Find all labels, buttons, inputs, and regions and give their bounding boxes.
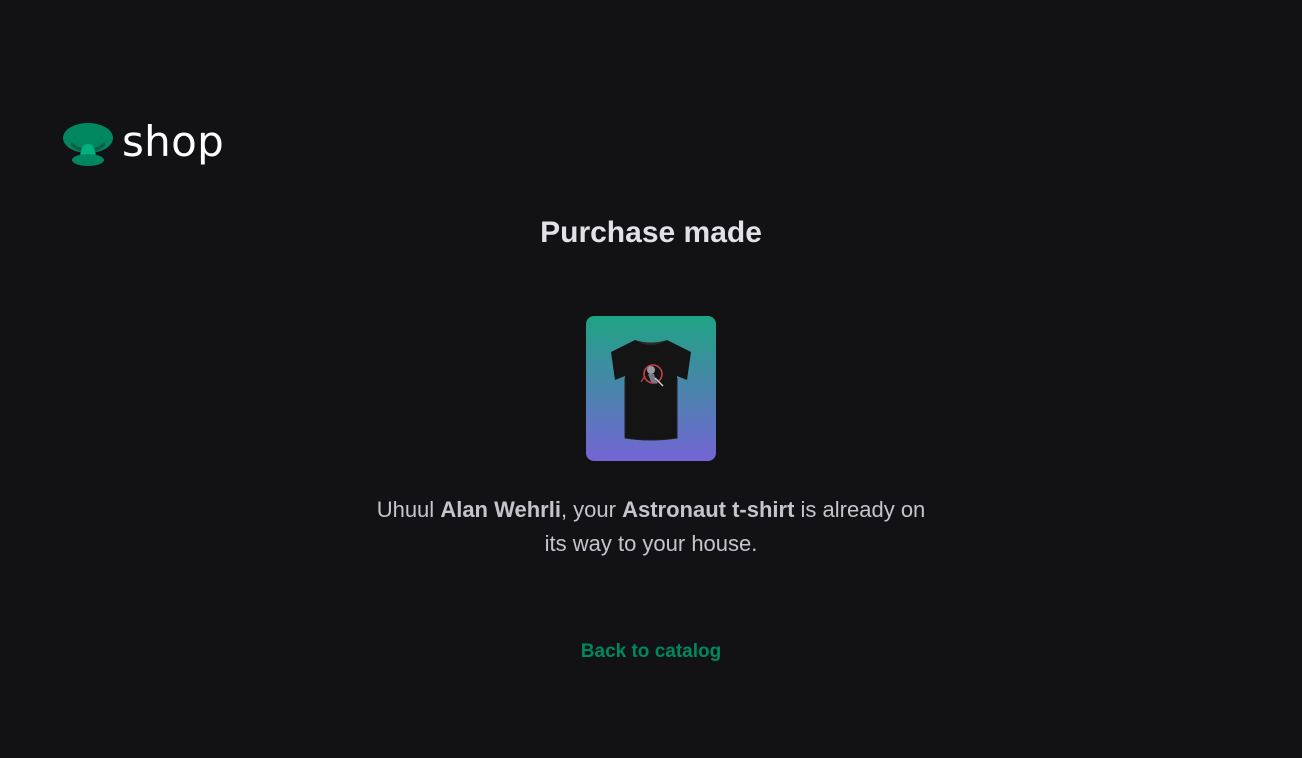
mushroom-logo-icon [63, 123, 113, 166]
purchase-success-page: shop Purchase made Uhuul Alan Wehrli, yo… [0, 0, 1302, 758]
back-to-catalog-link[interactable]: Back to catalog [581, 641, 721, 662]
message-greeting: Uhuul [376, 497, 435, 522]
customer-name: Alan Wehrli [440, 497, 561, 522]
product-image [586, 316, 716, 461]
back-link-container: Back to catalog [0, 638, 1302, 667]
page-title: Purchase made [540, 216, 762, 249]
shop-logo[interactable]: shop [62, 120, 224, 168]
purchase-message: Uhuul Alan Wehrli, your Astronaut t-shir… [376, 493, 926, 561]
message-connector: , your [560, 497, 616, 522]
product-name: Astronaut t-shirt [622, 497, 795, 522]
logo-text: shop [122, 117, 225, 166]
tshirt-icon [611, 339, 691, 440]
